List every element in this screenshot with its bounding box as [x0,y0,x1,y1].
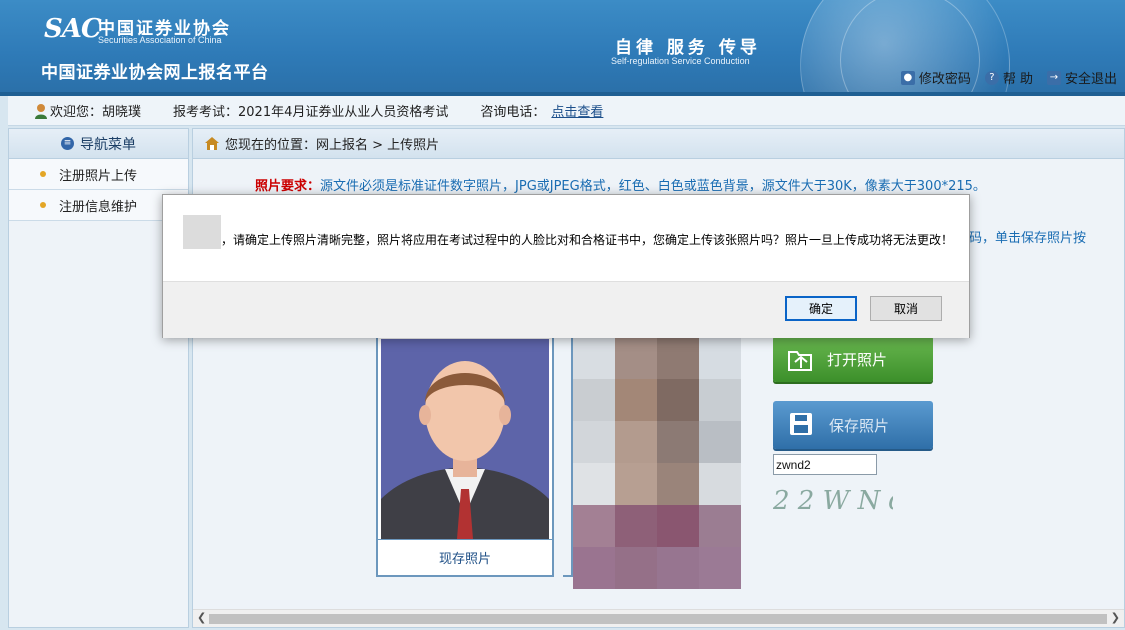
cancel-button[interactable]: 取消 [870,296,942,321]
dialog-message: ，请确定上传照片清晰完整，照片将应用在考试过程中的人脸比对和合格证书中，您确定上… [221,233,954,247]
dialog-footer: 确定 取消 [163,281,969,338]
confirm-button[interactable]: 确定 [785,296,857,321]
dialog-body: ，请确定上传照片清晰完整，照片将应用在考试过程中的人脸比对和合格证书中，您确定上… [163,195,969,281]
redacted-name-block [183,215,221,249]
confirm-dialog: ，请确定上传照片清晰完整，照片将应用在考试过程中的人脸比对和合格证书中，您确定上… [162,194,970,338]
